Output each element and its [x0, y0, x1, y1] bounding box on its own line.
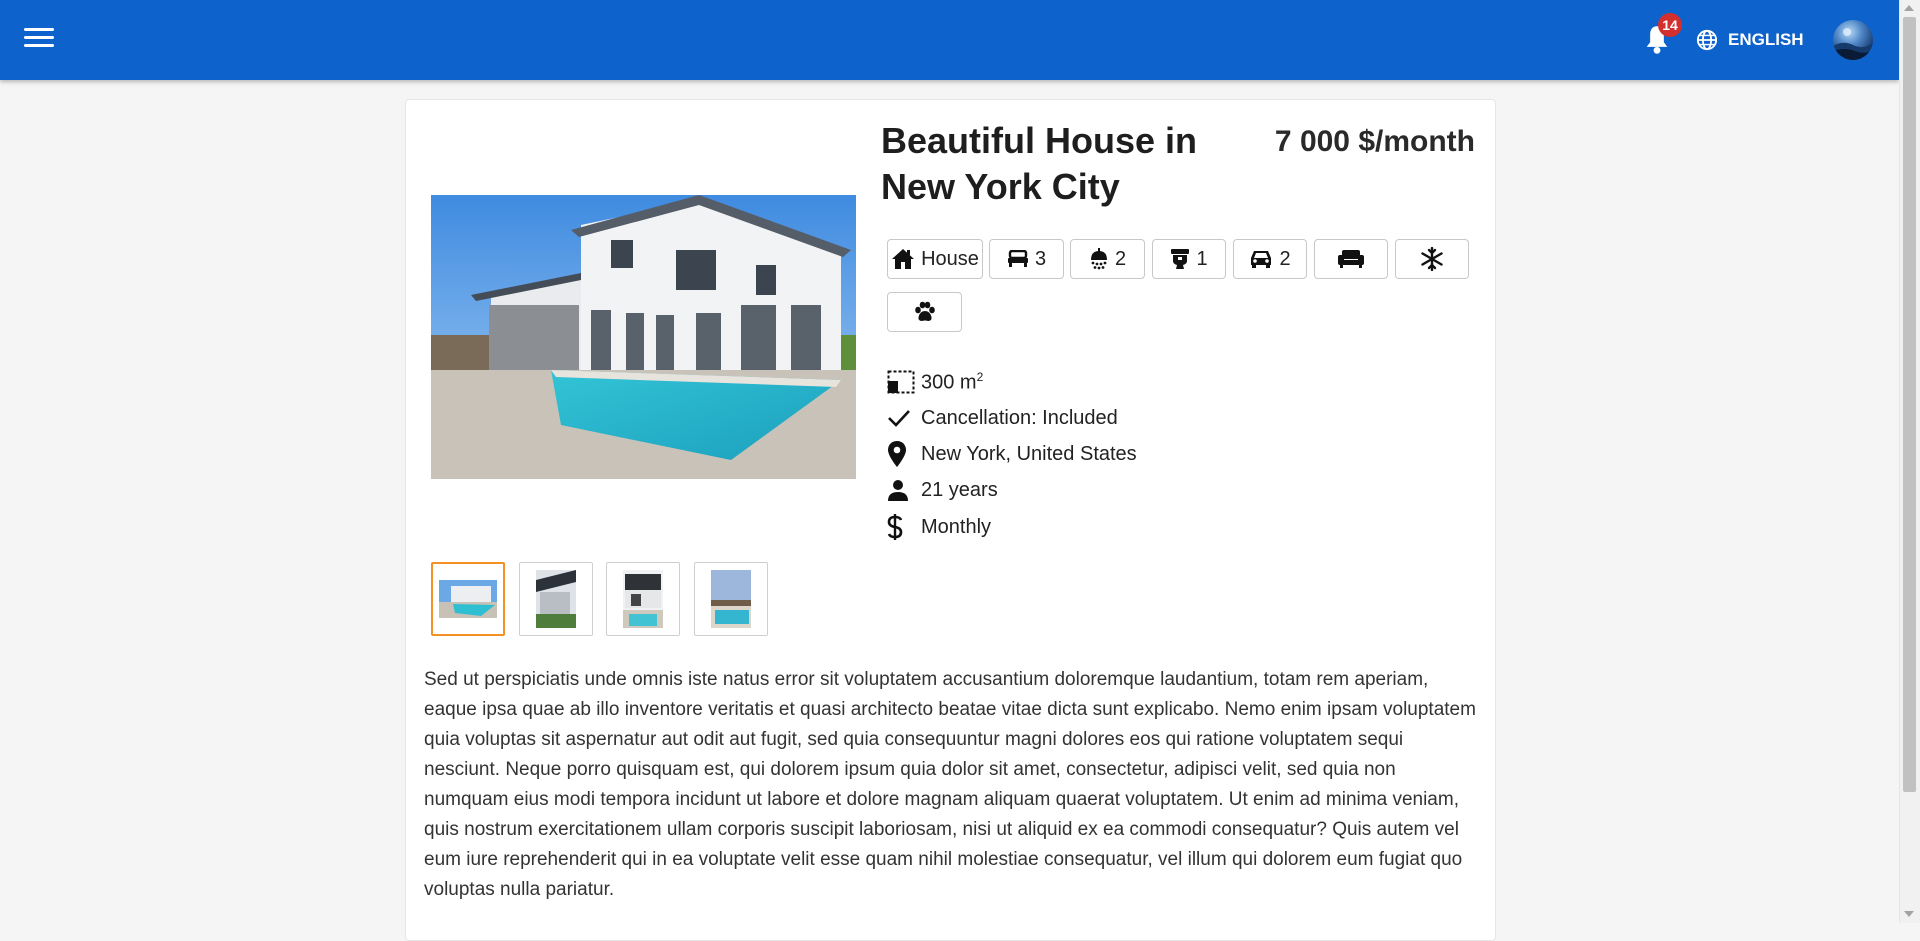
avatar[interactable] [1833, 20, 1873, 60]
chip-bathrooms[interactable]: 2 [1070, 239, 1145, 279]
app-bar: 14 ENGLISH [0, 0, 1899, 80]
language-label: ENGLISH [1728, 30, 1804, 49]
chip-bathrooms-label: 2 [1114, 247, 1127, 270]
shower-icon [1090, 248, 1107, 270]
check-icon [887, 405, 915, 431]
toilet-icon [1171, 249, 1190, 269]
chip-parking[interactable]: 2 [1233, 239, 1307, 279]
thumbnail-4[interactable] [694, 562, 768, 636]
area-text: 300 m2 [921, 369, 984, 394]
rental-term-row: Monthly [887, 512, 991, 542]
age-row: 21 years [887, 475, 998, 505]
thumbnail-2[interactable] [519, 562, 593, 636]
location-text: New York, United States [921, 442, 1137, 465]
thumbnail-1[interactable] [431, 562, 505, 636]
person-icon [887, 477, 915, 503]
rental-term-text: Monthly [921, 515, 992, 538]
thumbnail-3[interactable] [606, 562, 680, 636]
paw-icon [914, 301, 935, 321]
scroll-down-arrow[interactable] [1904, 911, 1914, 917]
notification-badge: 14 [1658, 13, 1682, 37]
car-icon [1251, 251, 1272, 268]
chip-toilets-label: 1 [1196, 247, 1208, 270]
area-icon [887, 369, 915, 395]
chip-bedrooms[interactable]: 3 [989, 239, 1064, 279]
age-text: 21 years [921, 478, 998, 501]
chip-parking-label: 2 [1279, 247, 1291, 270]
globe-icon [1696, 29, 1718, 51]
scrollbar-thumb[interactable] [1903, 17, 1916, 792]
listing-description: Sed ut perspiciatis unde omnis iste natu… [424, 669, 1476, 900]
area-row: 300 m2 [887, 367, 983, 397]
bed-icon [1007, 250, 1028, 267]
listing-price: 7 000 $/month [1274, 125, 1475, 158]
location-row: New York, United States [887, 439, 1137, 469]
chip-furnished[interactable] [1314, 239, 1388, 279]
chip-house-label: House [921, 247, 979, 270]
menu-icon[interactable] [24, 28, 54, 52]
location-pin-icon [887, 441, 915, 467]
snowflake-icon [1421, 247, 1443, 271]
chip-toilets[interactable]: 1 [1152, 239, 1226, 279]
chip-bedrooms-label: 3 [1034, 247, 1047, 270]
sofa-icon [1338, 250, 1364, 268]
chip-house[interactable]: House [887, 239, 983, 279]
main-photo [431, 195, 856, 479]
house-icon [892, 249, 915, 269]
chip-air-conditioning[interactable] [1395, 239, 1469, 279]
listing-title: Beautiful House in New York City [881, 120, 1198, 207]
language-selector[interactable]: ENGLISH [1696, 24, 1804, 56]
dollar-icon [887, 514, 915, 540]
scroll-up-arrow[interactable] [1904, 5, 1914, 11]
cancellation-text: Cancellation: Included [921, 406, 1118, 429]
chip-pets-allowed[interactable] [887, 292, 962, 332]
cancellation-row: Cancellation: Included [887, 403, 1118, 433]
